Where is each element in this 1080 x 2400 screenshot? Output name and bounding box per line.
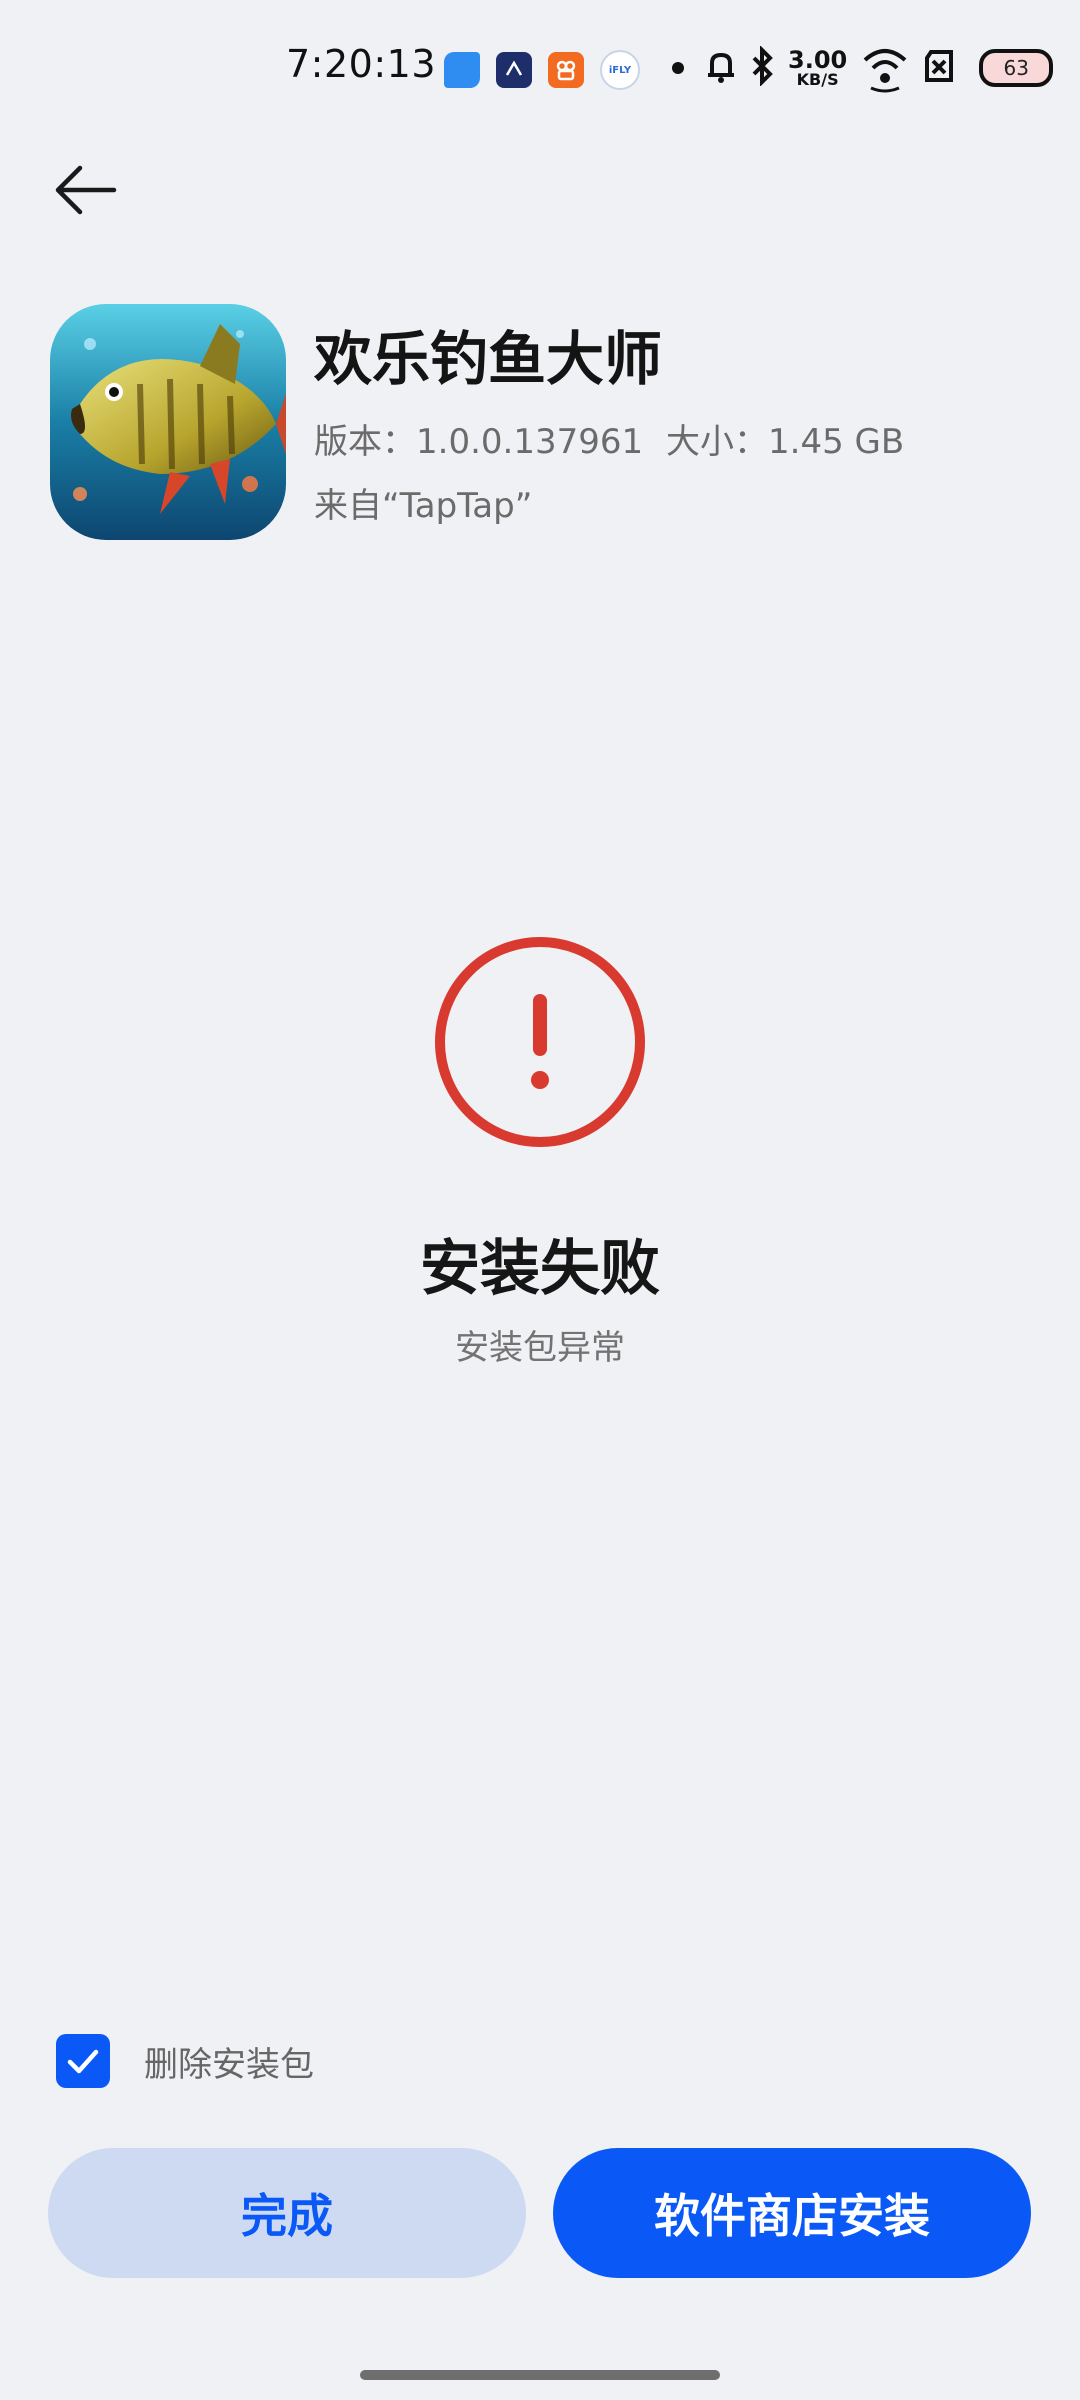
app-store-install-button[interactable]: 软件商店安装 [553, 2148, 1031, 2278]
network-speed-value: 3.00 [788, 46, 848, 74]
delete-package-checkbox[interactable] [56, 2034, 110, 2088]
status-time: 7:20:13 [286, 42, 436, 86]
kuaishou-icon [548, 52, 584, 88]
app-size: 大小：1.45 GB [666, 422, 905, 462]
app-version: 版本：1.0.0.137961 [314, 422, 644, 462]
done-button[interactable]: 完成 [48, 2148, 526, 2278]
app-name: 欢乐钓鱼大师 [314, 325, 663, 393]
fish-app-icon [496, 52, 532, 88]
system-icons: 3.00 KB/S 63 [702, 36, 1054, 100]
blue-leaf-app-icon [444, 52, 480, 88]
home-indicator[interactable] [360, 2370, 720, 2380]
back-button[interactable] [40, 150, 130, 230]
status-bar: 7:20:13 iFLY 3.00 KB/S 63 [0, 0, 1080, 130]
delete-package-option[interactable]: 删除安装包 [56, 2034, 314, 2088]
checkmark-icon [67, 2049, 99, 2074]
no-sim-icon [921, 48, 957, 88]
ifly-icon: iFLY [600, 50, 640, 90]
error-icon [432, 934, 648, 1150]
network-speed: 3.00 KB/S [788, 48, 847, 88]
wifi-icon [857, 36, 913, 100]
delete-package-label: 删除安装包 [144, 2044, 314, 2085]
install-failed-reason: 安装包异常 [455, 1328, 625, 1368]
more-notifications-dot [672, 62, 684, 74]
install-failed-title: 安装失败 [420, 1234, 660, 1304]
app-source: 来自“TapTap” [314, 486, 533, 526]
network-speed-unit: KB/S [796, 70, 839, 89]
alarm-icon [702, 47, 740, 89]
app-icon [50, 304, 286, 540]
arrow-left-icon [55, 165, 117, 215]
notification-icons: iFLY [444, 50, 640, 90]
battery-indicator: 63 [979, 49, 1054, 87]
bluetooth-icon [748, 45, 778, 90]
